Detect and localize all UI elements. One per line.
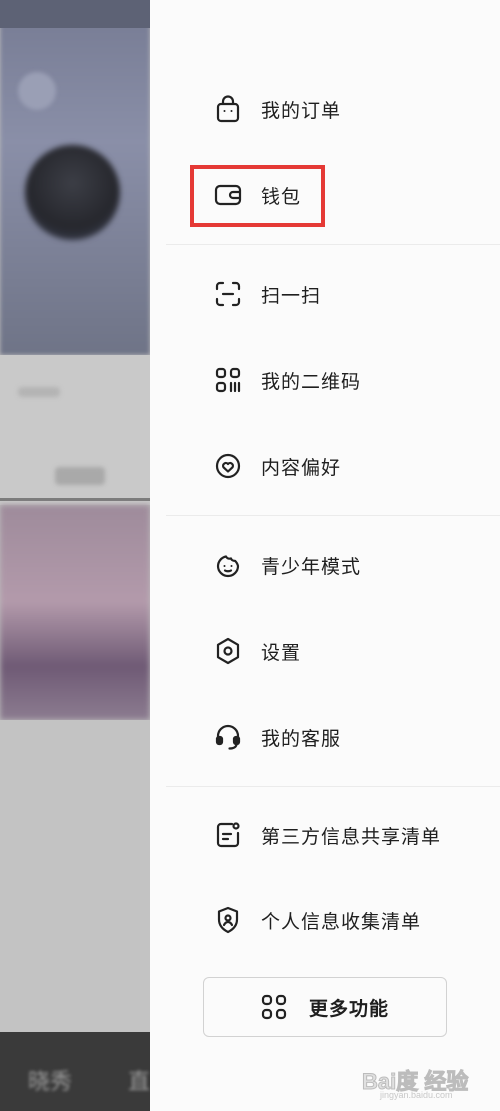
menu-item-teen-mode[interactable]: 青少年模式	[150, 535, 500, 595]
heart-icon	[214, 452, 242, 480]
menu-item-settings[interactable]: 设置	[150, 621, 500, 681]
menu-item-scan[interactable]: 扫一扫	[150, 264, 500, 324]
menu-item-label: 设置	[261, 641, 302, 664]
background-app: 晓秀 直	[0, 0, 150, 1111]
grid-icon	[261, 994, 287, 1020]
menu-item-label: 扫一扫	[261, 284, 322, 307]
content-thumbnail[interactable]	[0, 505, 150, 720]
menu-item-orders[interactable]: 我的订单	[150, 79, 500, 139]
menu-item-third-party-list[interactable]: 第三方信息共享清单	[150, 805, 500, 865]
menu-item-label: 个人信息收集清单	[261, 910, 422, 933]
content-area	[0, 720, 150, 1032]
bottom-nav-item-1[interactable]: 晓秀	[28, 1064, 72, 1096]
menu-item-customer-service[interactable]: 我的客服	[150, 707, 500, 767]
more-features-button[interactable]: 更多功能	[203, 977, 447, 1037]
stats-text	[18, 387, 60, 397]
shopping-bag-icon	[214, 95, 242, 123]
settings-hexagon-icon	[214, 637, 242, 665]
menu-item-label: 第三方信息共享清单	[261, 825, 442, 848]
menu-item-content-preference[interactable]: 内容偏好	[150, 436, 500, 496]
baidu-jingyan-watermark: Bai度 经验 jingyan.baidu.com	[360, 1060, 490, 1105]
menu-item-label: 内容偏好	[261, 456, 342, 479]
divider	[166, 244, 500, 245]
watermark-url: jingyan.baidu.com	[380, 1090, 453, 1100]
bottom-nav-item-2[interactable]: 直	[128, 1064, 150, 1096]
menu-item-qr-code[interactable]: 我的二维码	[150, 350, 500, 410]
scan-icon	[214, 280, 242, 308]
qr-code-icon	[214, 366, 242, 394]
child-face-icon	[214, 551, 242, 579]
menu-item-personal-info-list[interactable]: 个人信息收集清单	[150, 890, 500, 950]
divider	[166, 786, 500, 787]
back-icon[interactable]	[18, 72, 56, 110]
status-bar	[0, 0, 150, 28]
wallet-highlight-box	[190, 165, 325, 227]
tab-label	[55, 467, 105, 485]
more-features-label: 更多功能	[308, 997, 389, 1020]
headset-icon	[214, 723, 242, 751]
menu-item-label: 青少年模式	[261, 555, 362, 578]
shared-list-icon	[214, 821, 242, 849]
menu-item-label: 我的二维码	[261, 370, 362, 393]
profile-info	[0, 355, 150, 505]
personal-shield-icon	[214, 906, 242, 934]
menu-item-label: 我的客服	[261, 727, 342, 750]
menu-item-label: 我的订单	[261, 99, 342, 122]
tab-indicator	[0, 498, 150, 501]
avatar[interactable]	[25, 145, 120, 240]
divider	[166, 515, 500, 516]
